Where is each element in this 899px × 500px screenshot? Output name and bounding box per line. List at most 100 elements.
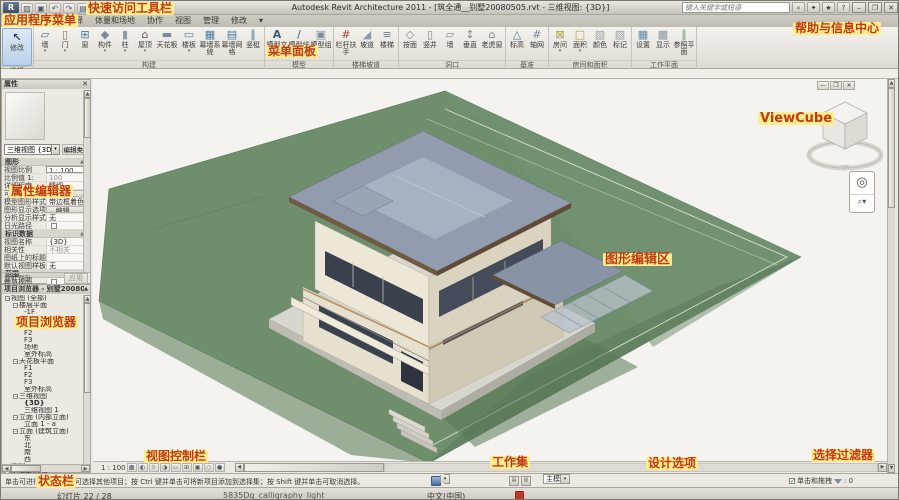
- tree-item-view[interactable]: 南: [2, 449, 90, 456]
- tree-item-view-active[interactable]: {3D}: [2, 400, 90, 407]
- collapse-icon[interactable]: −: [13, 303, 18, 308]
- steering-wheel-icon[interactable]: ◎: [850, 172, 874, 194]
- view-scale-control[interactable]: 1 : 100: [101, 464, 126, 472]
- tree-item-view[interactable]: 三维视图 1: [2, 407, 90, 414]
- panel-label-room-area[interactable]: 房间和面积: [549, 60, 631, 69]
- tree-item-floor-plans[interactable]: −楼层平面: [2, 302, 90, 309]
- reveal-hidden-icon[interactable]: ●: [215, 463, 225, 472]
- detail-level-icon[interactable]: ▦: [127, 463, 137, 472]
- shadows-icon[interactable]: ◑: [160, 463, 170, 472]
- tab-view[interactable]: 视图: [169, 15, 197, 27]
- panel-label-build[interactable]: 构建: [34, 60, 264, 69]
- scrollbar-thumb[interactable]: [84, 303, 91, 393]
- ramp-button[interactable]: 坡道: [357, 28, 377, 49]
- modify-button[interactable]: 修改: [2, 28, 32, 66]
- window-button[interactable]: 窗: [75, 28, 95, 49]
- redo-icon[interactable]: ↷: [63, 3, 75, 13]
- worksets-gray-icon[interactable]: ▥: [521, 476, 531, 486]
- panel-label-opening[interactable]: 洞口: [399, 60, 505, 69]
- ribbon-state-dropdown-icon[interactable]: ▾: [253, 15, 269, 27]
- tree-item-ceiling-plans[interactable]: −天花板平面: [2, 358, 90, 365]
- tree-item-view[interactable]: F3: [2, 379, 90, 386]
- component-button[interactable]: 构件: [95, 28, 115, 53]
- tree-item-building-elevations[interactable]: −立面 (建筑立面): [2, 428, 90, 435]
- canvas-vscrollbar[interactable]: ▲ ▼: [887, 79, 895, 473]
- dormer-button[interactable]: 老虎窗: [480, 28, 504, 49]
- properties-scrollbar[interactable]: ▲: [83, 90, 90, 272]
- tree-item-view[interactable]: F2: [2, 372, 90, 379]
- ref-plane-button[interactable]: 参照平面: [673, 28, 695, 56]
- restore-button[interactable]: ❐: [868, 2, 882, 13]
- drawing-area[interactable]: — ❐ ✕ ◎ ⌕▾: [93, 79, 887, 461]
- worksets-editable-icon[interactable]: ▤: [509, 476, 519, 486]
- close-button[interactable]: ✕: [884, 2, 898, 13]
- grid-button[interactable]: 轴网: [527, 28, 547, 49]
- design-options-select[interactable]: 主模型: [543, 474, 570, 484]
- visual-style-icon[interactable]: ◐: [138, 463, 148, 472]
- scroll-up-icon[interactable]: ▲: [888, 79, 895, 88]
- close-icon[interactable]: ✕: [82, 80, 88, 89]
- tree-item-views[interactable]: −视图 (全部): [2, 295, 90, 302]
- chevron-down-icon[interactable]: ▾: [51, 145, 59, 154]
- graphic-options-edit-button[interactable]: 编辑...: [46, 206, 86, 213]
- view-restore-icon[interactable]: ❐: [830, 81, 842, 90]
- level-button[interactable]: 标高: [507, 28, 527, 49]
- scrollbar-thumb[interactable]: [244, 463, 384, 472]
- rendering-icon[interactable]: ▭: [171, 463, 181, 472]
- view-minimize-icon[interactable]: —: [817, 81, 829, 90]
- tag-button[interactable]: 标记: [610, 28, 630, 49]
- curtain-system-button[interactable]: 幕墙系统: [199, 28, 221, 56]
- column-button[interactable]: 柱: [115, 28, 135, 53]
- save-icon[interactable]: ▣: [35, 3, 47, 13]
- tree-item-view[interactable]: 东: [2, 435, 90, 442]
- scroll-up-icon[interactable]: ▲: [84, 295, 91, 303]
- section-identity-data[interactable]: 标识数据▲: [2, 230, 86, 238]
- undo-icon[interactable]: ↶: [49, 3, 61, 13]
- search-input[interactable]: [682, 2, 790, 13]
- tab-modify[interactable]: 修改: [225, 15, 253, 27]
- worksets-select[interactable]: [444, 474, 450, 484]
- scrollbar-thumb[interactable]: [84, 98, 91, 138]
- browser-hscrollbar[interactable]: ◀ ▶: [2, 464, 90, 472]
- view-scale-value[interactable]: 1 : 100: [46, 166, 86, 173]
- room-button[interactable]: 房间: [550, 28, 570, 53]
- shaft-button[interactable]: 竖井: [420, 28, 440, 49]
- scroll-left-icon[interactable]: ◀: [235, 463, 244, 472]
- set-workplane-button[interactable]: 设置: [633, 28, 653, 49]
- collapse-icon[interactable]: −: [13, 394, 18, 399]
- properties-help-link[interactable]: 属性帮助: [4, 274, 32, 284]
- tree-item-3d-views[interactable]: −三维视图: [2, 393, 90, 400]
- show-workplane-button[interactable]: 显示: [653, 28, 673, 49]
- wall-button[interactable]: 墙: [35, 28, 55, 53]
- scroll-up-icon[interactable]: ▲: [84, 285, 88, 294]
- stair-button[interactable]: 楼梯: [377, 28, 397, 49]
- scrollbar-thumb[interactable]: [11, 465, 41, 472]
- scroll-up-icon[interactable]: ▲: [84, 90, 91, 98]
- tree-item-view[interactable]: 室外标高: [2, 386, 90, 393]
- hide-isolate-icon[interactable]: ○: [204, 463, 214, 472]
- tree-item-view[interactable]: 北: [2, 442, 90, 449]
- scroll-right-icon[interactable]: ▶: [878, 463, 887, 472]
- ceiling-button[interactable]: 天花板: [155, 28, 179, 49]
- collapse-icon[interactable]: −: [13, 415, 18, 420]
- tree-item-view[interactable]: 场地: [2, 344, 90, 351]
- help-icon[interactable]: ?: [837, 2, 850, 13]
- tree-item-view[interactable]: F2: [2, 330, 90, 337]
- browser-scrollbar[interactable]: ▲: [83, 295, 90, 465]
- favorites-icon[interactable]: ★: [822, 2, 835, 13]
- communication-icon[interactable]: ✦: [807, 2, 820, 13]
- tab-collaborate[interactable]: 协作: [141, 15, 169, 27]
- press-drag-checkbox[interactable]: ✓: [789, 478, 795, 484]
- crop-view-icon[interactable]: ⊞: [182, 463, 192, 472]
- canvas-hscrollbar[interactable]: ◀ ▶: [235, 463, 887, 472]
- opening-by-face-button[interactable]: 按面: [400, 28, 420, 49]
- scrollbar-thumb[interactable]: [888, 88, 895, 208]
- floor-button[interactable]: 楼板: [179, 28, 199, 53]
- tree-item-view[interactable]: F3: [2, 337, 90, 344]
- roof-button[interactable]: 屋顶: [135, 28, 155, 53]
- collapse-icon[interactable]: −: [13, 429, 18, 434]
- panel-label-circulation[interactable]: 楼梯坡道: [334, 60, 398, 69]
- search-icon[interactable]: ⌕: [792, 2, 805, 13]
- door-button[interactable]: 门: [55, 28, 75, 53]
- type-selector[interactable]: 三维视图 {3D} ▾: [4, 144, 60, 155]
